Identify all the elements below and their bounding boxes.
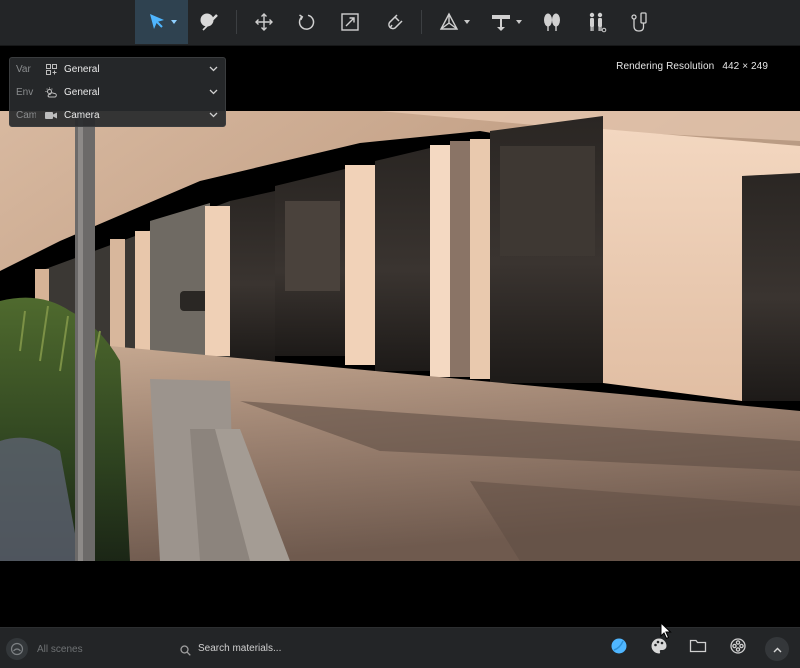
- scale-tool-button[interactable]: [336, 0, 364, 44]
- move-arrows-icon: [254, 12, 274, 32]
- film-reel-icon: [729, 637, 747, 660]
- select-tool-button[interactable]: [135, 0, 188, 44]
- camera-value: Camera: [64, 109, 100, 121]
- move-tool-button[interactable]: [250, 0, 278, 44]
- render-viewport[interactable]: Rendering Resolution 442 × 249 Var Genera…: [0, 46, 800, 627]
- search-icon: [180, 643, 191, 661]
- measure-tool-button[interactable]: [626, 0, 654, 44]
- environment-value: General: [64, 86, 100, 98]
- rendering-resolution-readout: Rendering Resolution 442 × 249: [616, 61, 768, 72]
- placement-icon: [490, 12, 512, 32]
- snap-tool-button[interactable]: [380, 0, 408, 44]
- chevron-down-icon: [170, 20, 177, 24]
- environment-dropdown[interactable]: Env General: [10, 81, 225, 103]
- materials-button[interactable]: [608, 637, 630, 659]
- scene-settings-panel: Var General Env General Cam Camera: [9, 57, 226, 127]
- place-tool-button[interactable]: [486, 0, 526, 44]
- people-tool-button[interactable]: [582, 0, 610, 44]
- rotate-icon: [296, 12, 316, 32]
- chevron-down-icon: [206, 112, 220, 118]
- variations-dropdown[interactable]: Var General: [10, 58, 225, 80]
- variations-icon: [45, 63, 57, 75]
- film-reel-button[interactable]: [727, 637, 749, 659]
- material-picker-tool-button[interactable]: [194, 0, 224, 44]
- eyedropper-icon: [198, 11, 220, 33]
- mouse-cursor-icon: [660, 621, 672, 645]
- folder-icon: [689, 638, 707, 659]
- vegetation-tool-button[interactable]: [538, 0, 566, 44]
- rendered-scene: [0, 111, 800, 561]
- pivot-axes-icon: [438, 11, 460, 33]
- camera-key: Cam: [16, 109, 36, 121]
- folder-button[interactable]: [687, 637, 709, 659]
- camera-dropdown[interactable]: Cam Camera: [10, 104, 225, 126]
- camera-icon: [45, 109, 57, 121]
- trees-icon: [541, 11, 563, 33]
- chevron-down-icon: [464, 20, 470, 24]
- people-icon: [585, 11, 607, 33]
- weather-icon: [45, 86, 57, 98]
- pivot-tool-button[interactable]: [434, 0, 474, 44]
- measure-icon: [630, 11, 650, 33]
- resolution-value: 442 × 249: [722, 61, 768, 72]
- magnet-icon: [384, 12, 404, 32]
- cursor-arrow-icon: [147, 12, 167, 32]
- environment-key: Env: [16, 86, 34, 98]
- variations-key: Var: [16, 63, 31, 75]
- scenes-icon[interactable]: [6, 638, 28, 660]
- search-materials-input[interactable]: [198, 638, 388, 658]
- chevron-up-icon: [773, 640, 782, 658]
- sphere-icon: [610, 637, 628, 660]
- bottom-bar: All scenes: [0, 627, 800, 668]
- toolbar-separator: [236, 10, 237, 34]
- chevron-down-icon: [516, 20, 522, 24]
- chevron-down-icon: [206, 89, 220, 95]
- scale-icon: [340, 12, 360, 32]
- rotate-tool-button[interactable]: [292, 0, 320, 44]
- variations-value: General: [64, 63, 100, 75]
- collapse-button[interactable]: [765, 637, 789, 661]
- resolution-label: Rendering Resolution: [616, 61, 715, 72]
- main-toolbar: [0, 0, 800, 46]
- all-scenes-label[interactable]: All scenes: [37, 644, 83, 655]
- chevron-down-icon: [206, 66, 220, 72]
- toolbar-separator: [421, 10, 422, 34]
